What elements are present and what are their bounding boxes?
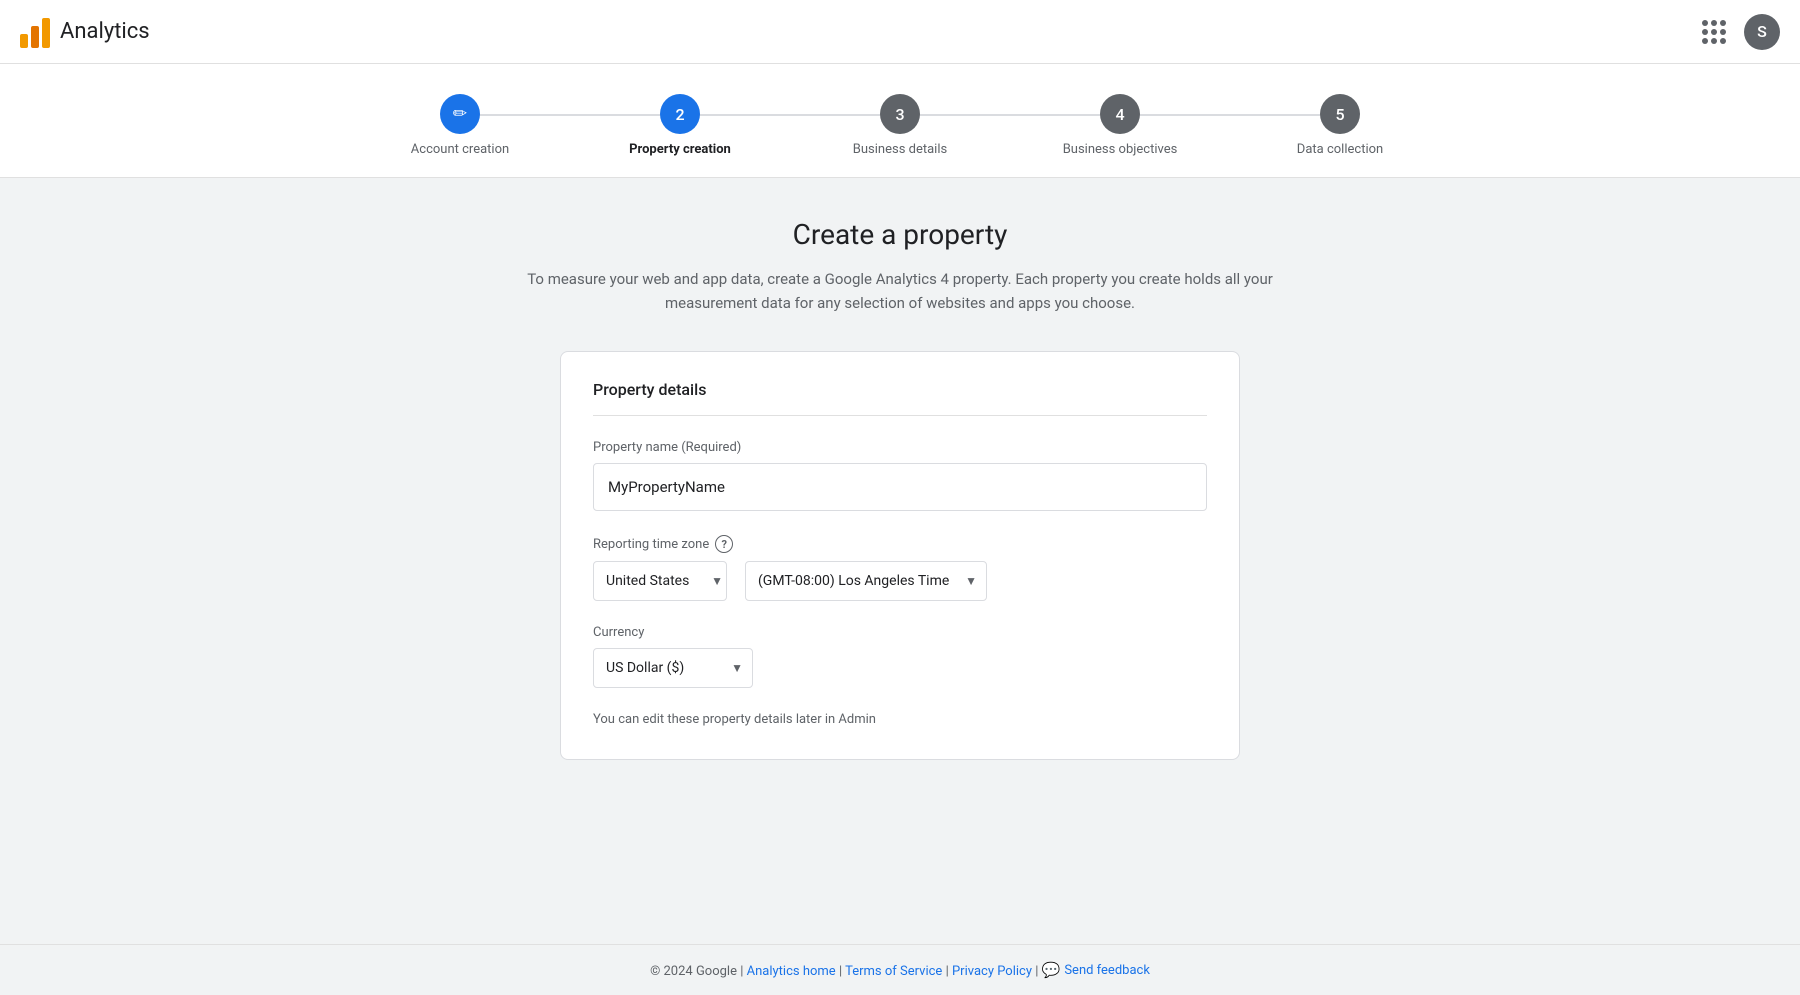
app-title: Analytics [60,19,150,44]
timezone-group: Reporting time zone ? United States ▼ (G… [593,535,1207,601]
property-name-group: Property name (Required) [593,440,1207,511]
timezone-select[interactable]: (GMT-08:00) Los Angeles Time [745,561,987,601]
logo-bar-3 [42,18,50,48]
analytics-logo [20,16,50,48]
timezone-help-icon[interactable]: ? [715,535,733,553]
step-circle-2[interactable]: 2 [660,94,700,134]
user-avatar[interactable]: S [1744,14,1780,50]
step-label-4: Business objectives [1063,142,1178,157]
analytics-home-link[interactable]: Analytics home [747,964,836,979]
grid-icon [1702,20,1726,44]
grid-dot [1720,20,1726,26]
stepper-container: ✏ Account creation 2 Property creation 3… [0,64,1800,178]
country-select-wrapper: United States ▼ [593,561,733,601]
grid-dot [1720,38,1726,44]
header-right: S [1696,14,1780,50]
apps-button[interactable] [1696,14,1732,50]
step-data-collection: 5 Data collection [1230,94,1450,157]
feedback-container: 💬 Send feedback [1042,961,1150,979]
currency-select-wrapper: US Dollar ($) ▼ [593,648,1207,688]
header-left: Analytics [20,16,150,48]
step-circle-5[interactable]: 5 [1320,94,1360,134]
currency-select[interactable]: US Dollar ($) [593,648,753,688]
feedback-icon: 💬 [1042,961,1061,979]
step-circle-3[interactable]: 3 [880,94,920,134]
step-circle-4[interactable]: 4 [1100,94,1140,134]
feedback-link[interactable]: Send feedback [1064,963,1150,978]
timezone-select-wrapper: (GMT-08:00) Los Angeles Time ▼ [745,561,987,601]
stepper: ✏ Account creation 2 Property creation 3… [350,94,1450,157]
step-number-2: 2 [675,105,684,124]
grid-dot [1711,38,1717,44]
step-property-creation: 2 Property creation [570,94,790,157]
property-details-card: Property details Property name (Required… [560,351,1240,760]
page-heading: Create a property [793,218,1008,251]
grid-dot [1702,38,1708,44]
step-label-2: Property creation [629,142,731,157]
copyright: © 2024 Google [650,964,737,979]
card-title: Property details [593,380,1207,416]
grid-dot [1711,29,1717,35]
step-label-3: Business details [853,142,947,157]
logo-bar-1 [20,34,28,48]
edit-note: You can edit these property details late… [593,712,1207,727]
grid-dot [1702,29,1708,35]
country-select[interactable]: United States [593,561,727,601]
grid-dot [1720,29,1726,35]
privacy-link[interactable]: Privacy Policy [952,964,1032,979]
currency-select-outer: US Dollar ($) ▼ [593,648,753,688]
timezone-label: Reporting time zone ? [593,535,1207,553]
property-name-input[interactable] [593,463,1207,511]
page-description: To measure your web and app data, create… [520,267,1280,315]
grid-dot [1711,20,1717,26]
step-number-5: 5 [1335,105,1344,124]
step-number-4: 4 [1115,105,1124,124]
step-business-details: 3 Business details [790,94,1010,157]
property-name-label: Property name (Required) [593,440,1207,455]
step-number-3: 3 [895,105,904,124]
page-footer: © 2024 Google | Analytics home | Terms o… [0,944,1800,995]
currency-label: Currency [593,625,1207,640]
logo-bar-2 [31,26,39,48]
terms-link[interactable]: Terms of Service [845,964,942,979]
grid-dot [1702,20,1708,26]
step-label-1: Account creation [411,142,509,157]
step-account-creation: ✏ Account creation [350,94,570,157]
main-content: Create a property To measure your web an… [350,178,1450,860]
step-label-5: Data collection [1297,142,1383,157]
step-business-objectives: 4 Business objectives [1010,94,1230,157]
pencil-icon: ✏ [453,104,467,124]
step-circle-1[interactable]: ✏ [440,94,480,134]
timezone-row: United States ▼ (GMT-08:00) Los Angeles … [593,561,1207,601]
app-header: Analytics S [0,0,1800,64]
currency-group: Currency US Dollar ($) ▼ [593,625,1207,688]
